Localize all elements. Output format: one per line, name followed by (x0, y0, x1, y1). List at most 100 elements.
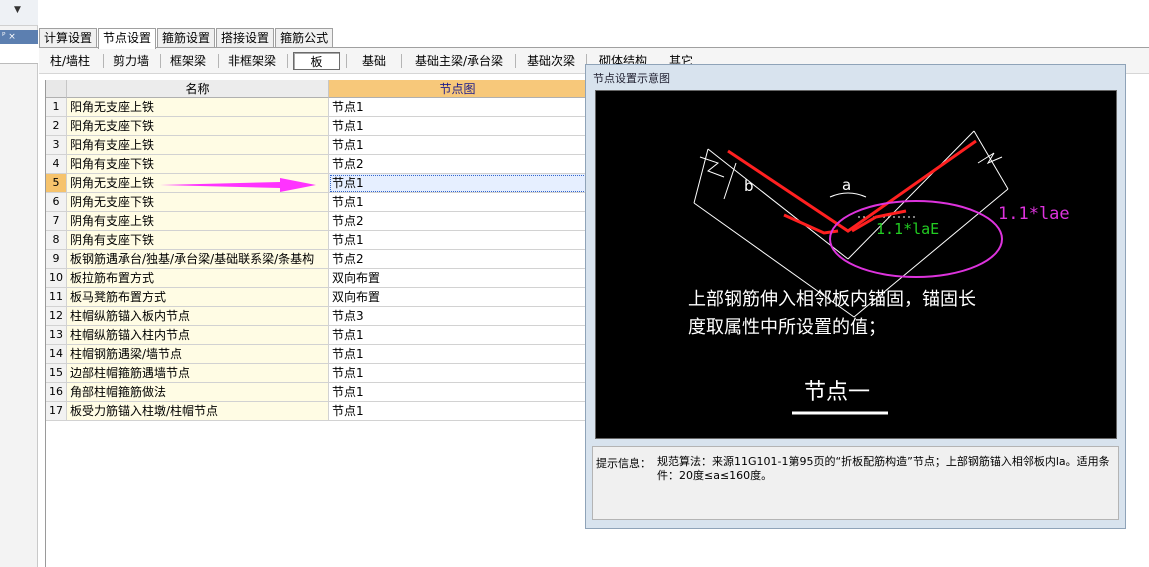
row-number-cell[interactable]: 10 (46, 269, 67, 288)
pin-close-icon[interactable]: ᴾ × (2, 32, 16, 42)
node-cell[interactable]: 双向布置 (329, 288, 587, 307)
row-number-cell[interactable]: 2 (46, 117, 67, 136)
tab-lap-settings[interactable]: 搭接设置 (216, 28, 275, 48)
row-number-cell[interactable]: 1 (46, 98, 67, 117)
settings-grid: 名称 节点图 1 阳角无支座上铁 节点1 2 阳角无支座下铁 节点1 3 阳角有支座上铁 节点1… (45, 80, 587, 567)
name-cell[interactable]: 阴角有支座下铁 (67, 231, 329, 250)
name-cell[interactable]: 柱帽纵筋锚入柱内节点 (67, 326, 329, 345)
name-cell[interactable]: 板拉筋布置方式 (67, 269, 329, 288)
column-header-name[interactable]: 名称 (67, 80, 329, 98)
diagram-description-line1: 上部钢筋伸入相邻板内锚固，锚固长 (688, 289, 976, 310)
table-row[interactable]: 2 阳角无支座下铁 节点1 (46, 117, 587, 136)
row-number-cell[interactable]: 3 (46, 136, 67, 155)
node-diagram-panel: 节点设置示意图 b a 1.1*laE 1.1*lae 上部钢筋伸入相邻板内锚固… (585, 64, 1126, 529)
name-cell[interactable]: 阳角有支座上铁 (67, 136, 329, 155)
node-cell[interactable]: 节点2 (329, 212, 587, 231)
table-row[interactable]: 13 柱帽纵筋锚入柱内节点 节点1 (46, 326, 587, 345)
row-number-cell[interactable]: 11 (46, 288, 67, 307)
node-cell[interactable]: 节点1 (329, 174, 587, 193)
table-row[interactable]: 8 阴角有支座下铁 节点1 (46, 231, 587, 250)
node-cell[interactable]: 节点1 (329, 345, 587, 364)
subtab-non-frame-beam[interactable]: 非框架梁 (222, 52, 282, 70)
table-row[interactable]: 16 角部柱帽箍筋做法 节点1 (46, 383, 587, 402)
table-row[interactable]: 17 板受力筋锚入柱墩/柱帽节点 节点1 (46, 402, 587, 421)
hint-label: 提示信息： (596, 457, 651, 470)
table-row[interactable]: 1 阳角无支座上铁 节点1 (46, 98, 587, 117)
name-cell[interactable]: 板受力筋锚入柱墩/柱帽节点 (67, 402, 329, 421)
name-cell[interactable]: 阳角无支座下铁 (67, 117, 329, 136)
subtab-foundation[interactable]: 基础 (353, 52, 395, 70)
node-cell[interactable]: 节点1 (329, 231, 587, 250)
node-title: 节点一 (804, 380, 870, 405)
row-number-cell[interactable]: 7 (46, 212, 67, 231)
tab-stirrup-settings[interactable]: 箍筋设置 (157, 28, 216, 48)
table-row[interactable]: 7 阴角有支座上铁 节点2 (46, 212, 587, 231)
row-number-header (46, 80, 67, 98)
table-row[interactable]: 15 边部柱帽箍筋遇墙节点 节点1 (46, 364, 587, 383)
row-number-cell[interactable]: 12 (46, 307, 67, 326)
node-cell[interactable]: 节点1 (329, 326, 587, 345)
table-row[interactable]: 5 阴角无支座上铁 节点1 (46, 174, 587, 193)
table-row[interactable]: 3 阳角有支座上铁 节点1 (46, 136, 587, 155)
row-number-cell[interactable]: 16 (46, 383, 67, 402)
node-cell[interactable]: 节点2 (329, 250, 587, 269)
table-row[interactable]: 9 板钢筋遇承台/独基/承台梁/基础联系梁/条基构 节点2 (46, 250, 587, 269)
name-cell[interactable]: 边部柱帽箍筋遇墙节点 (67, 364, 329, 383)
node-cell[interactable]: 节点1 (329, 117, 587, 136)
row-number-cell[interactable]: 5 (46, 174, 67, 193)
name-cell[interactable]: 板马凳筋布置方式 (67, 288, 329, 307)
row-number-cell[interactable]: 17 (46, 402, 67, 421)
name-cell[interactable]: 板钢筋遇承台/独基/承台梁/基础联系梁/条基构 (67, 250, 329, 269)
tab-stirrup-formula[interactable]: 箍筋公式 (275, 28, 334, 48)
table-row[interactable]: 14 柱帽钢筋遇梁/墙节点 节点1 (46, 345, 587, 364)
row-number-cell[interactable]: 9 (46, 250, 67, 269)
name-cell[interactable]: 阴角无支座下铁 (67, 193, 329, 212)
node-cell[interactable]: 节点3 (329, 307, 587, 326)
table-row[interactable]: 11 板马凳筋布置方式 双向布置 (46, 288, 587, 307)
name-cell[interactable]: 阴角无支座上铁 (67, 174, 329, 193)
name-cell[interactable]: 角部柱帽箍筋做法 (67, 383, 329, 402)
node-diagram-drawing: b a 1.1*laE 1.1*lae 上部钢筋伸入相邻板内锚固，锚固长 度取属… (688, 130, 1070, 415)
name-cell[interactable]: 阳角无支座上铁 (67, 98, 329, 117)
table-row[interactable]: 12 柱帽纵筋锚入板内节点 节点3 (46, 307, 587, 326)
row-number-cell[interactable]: 6 (46, 193, 67, 212)
anchor-length-label: 1.1*laE (876, 220, 939, 238)
node-cell[interactable]: 节点1 (329, 364, 587, 383)
node-cell[interactable]: 节点1 (329, 193, 587, 212)
tab-node-settings[interactable]: 节点设置 (98, 28, 157, 49)
node-cell[interactable]: 双向布置 (329, 269, 587, 288)
row-number-cell[interactable]: 8 (46, 231, 67, 250)
separator (287, 54, 288, 68)
row-number-cell[interactable]: 14 (46, 345, 67, 364)
dock-pin-header[interactable]: ᴾ × (0, 30, 38, 44)
subtab-column-wall-column[interactable]: 柱/墙柱 (43, 52, 97, 70)
subtab-frame-beam[interactable]: 框架梁 (164, 52, 212, 70)
dropdown-arrow-icon[interactable]: ▼ (14, 5, 21, 15)
tab-calc-settings[interactable]: 计算设置 (39, 28, 98, 48)
column-header-node[interactable]: 节点图 (329, 80, 587, 98)
name-cell[interactable]: 柱帽钢筋遇梁/墙节点 (67, 345, 329, 364)
name-cell[interactable]: 柱帽纵筋锚入板内节点 (67, 307, 329, 326)
left-dock-panel (0, 0, 38, 567)
settings-tabs: 计算设置 节点设置 箍筋设置 搭接设置 箍筋公式 (39, 28, 334, 49)
row-number-cell[interactable]: 4 (46, 155, 67, 174)
name-cell[interactable]: 阴角有支座上铁 (67, 212, 329, 231)
name-cell[interactable]: 阳角有支座下铁 (67, 155, 329, 174)
table-row[interactable]: 6 阴角无支座下铁 节点1 (46, 193, 587, 212)
node-cell[interactable]: 节点1 (329, 383, 587, 402)
subtab-shear-wall[interactable]: 剪力墙 (107, 52, 155, 70)
node-cell[interactable]: 节点1 (329, 136, 587, 155)
window: ▼ ᴾ × 计算设置 节点设置 箍筋设置 搭接设置 箍筋公式 柱/墙柱 剪力墙 … (0, 0, 1149, 567)
helper (694, 203, 848, 259)
node-cell[interactable]: 节点2 (329, 155, 587, 174)
node-cell[interactable]: 节点1 (329, 98, 587, 117)
table-row[interactable]: 4 阳角有支座下铁 节点2 (46, 155, 587, 174)
subtab-slab[interactable]: 板 (293, 52, 340, 70)
node-cell[interactable]: 节点1 (329, 402, 587, 421)
row-number-cell[interactable]: 13 (46, 326, 67, 345)
subtab-foundation-main-beam[interactable]: 基础主梁/承台梁 (409, 52, 509, 70)
table-row[interactable]: 10 板拉筋布置方式 双向布置 (46, 269, 587, 288)
grid-header: 名称 节点图 (46, 80, 587, 98)
subtab-foundation-secondary-beam[interactable]: 基础次梁 (521, 52, 581, 70)
row-number-cell[interactable]: 15 (46, 364, 67, 383)
